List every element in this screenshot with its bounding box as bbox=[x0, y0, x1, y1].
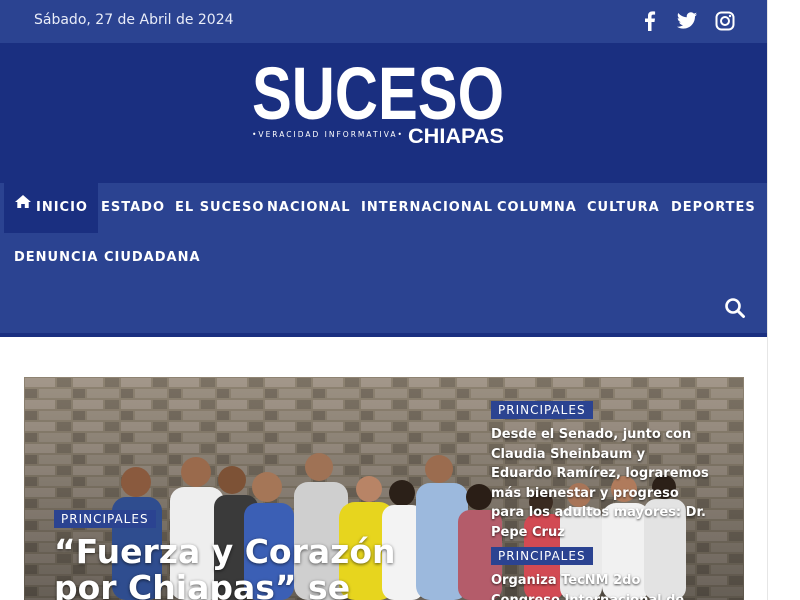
nav-divider bbox=[0, 333, 767, 337]
page-scrollbar[interactable] bbox=[767, 0, 800, 600]
category-badge[interactable]: PRINCIPALES bbox=[491, 547, 593, 565]
side-headline[interactable]: Desde el Senado, junto con Claudia Shein… bbox=[491, 425, 709, 542]
nav-label: INICIO bbox=[36, 200, 88, 215]
main-headline[interactable]: “Fuerza y Corazón por Chiapas” se bbox=[54, 534, 414, 600]
logo-tagline: •VERACIDAD INFORMATIVA• bbox=[252, 130, 404, 139]
logo-subtitle: CHIAPAS bbox=[408, 125, 504, 148]
side-headline[interactable]: Organiza TecNM 2do Congreso Internaciona… bbox=[491, 571, 709, 600]
nav-item-nacional[interactable]: NACIONAL bbox=[267, 183, 351, 233]
nav-item-estado[interactable]: ESTADO bbox=[101, 183, 165, 233]
featured-section: PRINCIPALES “Fuerza y Corazón por Chiapa… bbox=[24, 377, 744, 600]
website: Sábado, 27 de Abril de 2024 SUCESO •VERA… bbox=[0, 0, 767, 600]
nav-item-internacional[interactable]: INTERNACIONAL bbox=[361, 183, 493, 233]
search-icon[interactable] bbox=[724, 297, 746, 319]
top-bar: Sábado, 27 de Abril de 2024 bbox=[0, 0, 767, 43]
nav-item-inicio[interactable]: INICIO bbox=[4, 183, 98, 233]
site-header: SUCESO •VERACIDAD INFORMATIVA• CHIAPAS bbox=[0, 43, 767, 183]
twitter-icon[interactable] bbox=[676, 11, 698, 31]
category-badge[interactable]: PRINCIPALES bbox=[54, 510, 156, 528]
home-icon bbox=[14, 181, 32, 231]
nav-item-denuncia-ciudadana[interactable]: DENUNCIA CIUDADANA bbox=[14, 233, 201, 283]
logo-main-text: SUCESO bbox=[252, 55, 504, 135]
facebook-icon[interactable] bbox=[640, 10, 660, 32]
nav-item-columna[interactable]: COLUMNA bbox=[497, 183, 577, 233]
category-badge[interactable]: PRINCIPALES bbox=[491, 401, 593, 419]
nav-item-cultura[interactable]: CULTURA bbox=[587, 183, 660, 233]
site-logo[interactable]: SUCESO •VERACIDAD INFORMATIVA• CHIAPAS bbox=[252, 52, 508, 151]
instagram-icon[interactable] bbox=[715, 11, 735, 31]
nav-item-el-suceso[interactable]: EL SUCESO bbox=[175, 183, 264, 233]
current-date: Sábado, 27 de Abril de 2024 bbox=[34, 12, 234, 28]
nav-item-deportes[interactable]: DEPORTES bbox=[671, 183, 756, 233]
